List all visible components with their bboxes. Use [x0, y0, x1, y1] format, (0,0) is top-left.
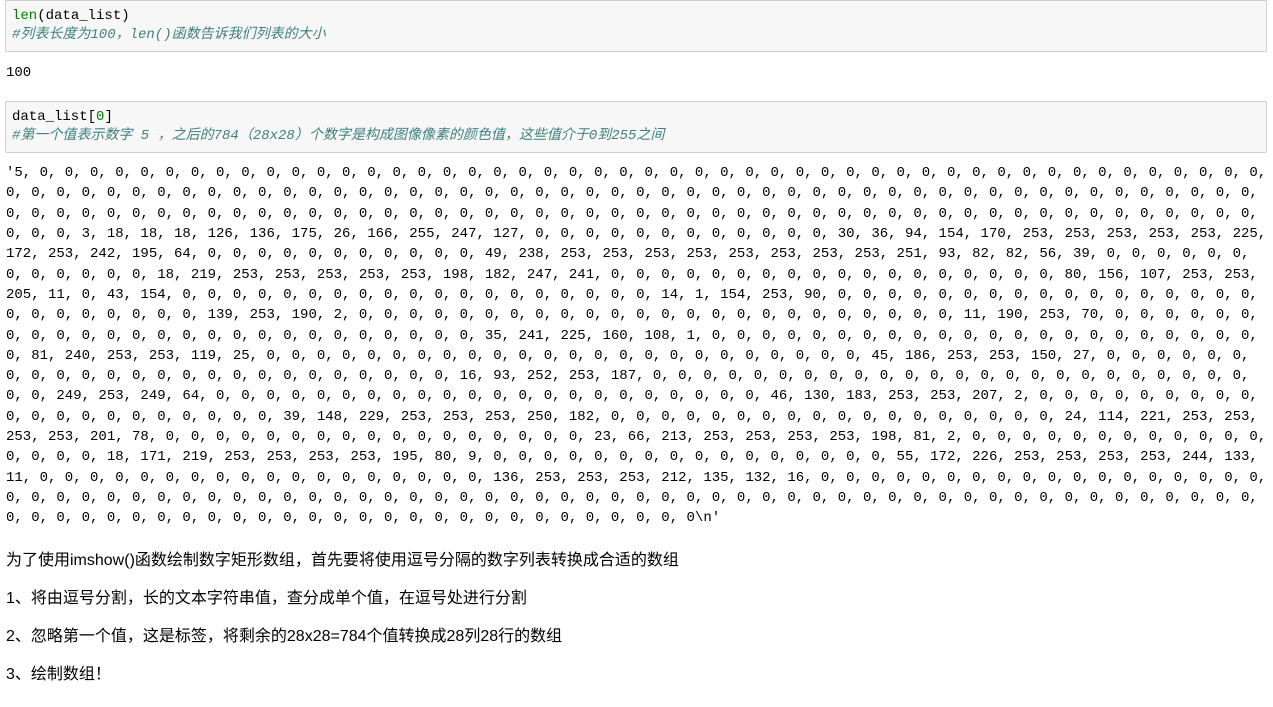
md-paragraph-2: 1、将由逗号分割，长的文本字符串值，查分成单个值，在逗号处进行分割 — [6, 587, 1267, 611]
markdown-block: 为了使用imshow()函数绘制数字矩形数组，首先要将使用逗号分隔的数字列表转换… — [0, 543, 1273, 707]
md-paragraph-1: 为了使用imshow()函数绘制数字矩形数组，首先要将使用逗号分隔的数字列表转换… — [6, 549, 1267, 573]
code-comment-2: #第一个值表示数字 5 ，之后的784（28x28）个数字是构成图像像素的颜色值… — [12, 128, 664, 144]
code-cell-1[interactable]: len(data_list) #列表长度为100，len()函数告诉我们列表的大… — [5, 0, 1267, 52]
md-paragraph-4: 3、绘制数组！ — [6, 663, 1267, 687]
code-token-rparen: ) — [121, 8, 129, 24]
code-token-lparen: ( — [37, 8, 45, 24]
code-comment-1: #列表长度为100，len()函数告诉我们列表的大小 — [12, 27, 326, 43]
code-token-arg: data_list — [46, 8, 122, 24]
md-paragraph-3: 2、忽略第一个值，这是标签，将剩余的28x28=784个值转换成28列28行的数… — [6, 625, 1267, 649]
output-2: '5, 0, 0, 0, 0, 0, 0, 0, 0, 0, 0, 0, 0, … — [0, 161, 1273, 542]
code-token-rbrack: ] — [104, 109, 112, 125]
code-token-datalist: data_list — [12, 109, 88, 125]
code-cell-2[interactable]: data_list[0] #第一个值表示数字 5 ，之后的784（28x28）个… — [5, 101, 1267, 153]
code-token-len: len — [12, 8, 37, 24]
output-1: 100 — [0, 60, 1273, 96]
notebook-content: len(data_list) #列表长度为100，len()函数告诉我们列表的大… — [0, 0, 1273, 707]
code-token-lbrack: [ — [88, 109, 96, 125]
